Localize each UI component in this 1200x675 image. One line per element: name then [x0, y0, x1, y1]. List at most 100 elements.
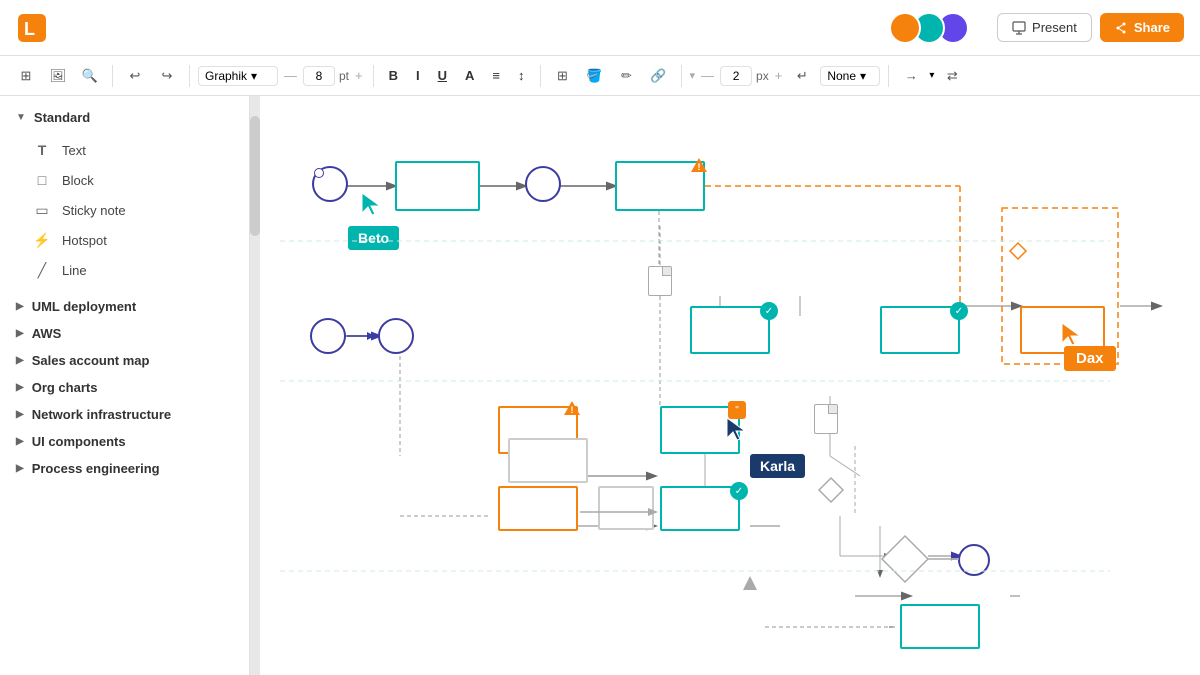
app-logo[interactable]: L — [16, 12, 48, 44]
sidebar-section-process[interactable]: Process engineering — [0, 455, 249, 482]
uml-chevron — [16, 301, 24, 312]
main-layout: Standard T Text □ Block ▭ Sticky note ⚡ … — [0, 96, 1200, 675]
sidebar-section-ui[interactable]: UI components — [0, 428, 249, 455]
plugin-icon[interactable]: ⊞ — [12, 62, 40, 90]
search-icon[interactable]: 🔍 — [76, 62, 104, 90]
lane-lines — [260, 96, 1200, 675]
link-icon[interactable]: 🔗 — [645, 62, 673, 90]
standard-label: Standard — [34, 110, 90, 125]
sidebar-section-aws[interactable]: AWS — [0, 320, 249, 347]
avatar-group — [889, 12, 969, 44]
svg-text:L: L — [24, 19, 35, 39]
sidebar-section-sales[interactable]: Sales account map — [0, 347, 249, 374]
scrollbar[interactable] — [250, 96, 260, 675]
ui-label: UI components — [32, 434, 126, 449]
sidebar-section-org[interactable]: Org charts — [0, 374, 249, 401]
flip-icon[interactable]: ⇄ — [938, 62, 966, 90]
org-label: Org charts — [32, 380, 98, 395]
topbar-buttons: Present Share — [997, 13, 1184, 42]
line-sep: ▾ — [690, 69, 696, 82]
arrow-chevron: ▾ — [929, 70, 934, 81]
share-button[interactable]: Share — [1100, 13, 1184, 42]
canvas[interactable]: ! Beto — [260, 96, 1200, 675]
sep4: + — [353, 68, 365, 83]
sidebar-item-block[interactable]: □ Block — [16, 165, 249, 195]
present-button[interactable]: Present — [997, 13, 1092, 42]
share-label: Share — [1134, 20, 1170, 35]
hotspot-icon: ⚡ — [32, 230, 52, 250]
italic-button[interactable]: I — [409, 65, 427, 86]
text-item-label: Text — [62, 143, 86, 158]
table-icon[interactable]: ⊞ — [549, 62, 577, 90]
line-end-value: None — [827, 69, 856, 83]
scrollbar-thumb[interactable] — [250, 116, 260, 236]
sidebar-section-standard[interactable]: Standard — [0, 104, 249, 131]
topbar: L Present Share — [0, 0, 1200, 56]
sidebar: Standard T Text □ Block ▭ Sticky note ⚡ … — [0, 96, 250, 675]
process-label: Process engineering — [32, 461, 160, 476]
font-family-chevron: ▾ — [251, 69, 257, 83]
font-family-value: Graphik — [205, 69, 247, 83]
undo-icon[interactable]: ↩ — [121, 62, 149, 90]
line-item-label: Line — [62, 263, 87, 278]
ui-chevron — [16, 436, 24, 447]
block-icon: □ — [32, 170, 52, 190]
text-color-button[interactable]: A — [458, 65, 481, 86]
sep2 — [189, 65, 190, 87]
aws-label: AWS — [32, 326, 62, 341]
bold-button[interactable]: B — [382, 65, 405, 86]
present-icon — [1012, 21, 1026, 35]
sidebar-item-line[interactable]: ╱ Line — [16, 255, 249, 285]
aws-chevron — [16, 328, 24, 339]
arrow-style-select[interactable]: → — [897, 62, 925, 90]
sales-label: Sales account map — [32, 353, 150, 368]
sidebar-item-hotspot[interactable]: ⚡ Hotspot — [16, 225, 249, 255]
sep3: — — [282, 68, 299, 83]
underline-button[interactable]: U — [431, 65, 454, 86]
redo-icon[interactable]: ↪ — [153, 62, 181, 90]
toolbar: ⊞ 🖼 🔍 ↩ ↪ Graphik ▾ — pt + B I U A ≡ ↕ ⊞… — [0, 56, 1200, 96]
line-width-unit: px — [756, 69, 769, 83]
sidebar-section-uml[interactable]: UML deployment — [0, 293, 249, 320]
uml-label: UML deployment — [32, 299, 137, 314]
block-item-label: Block — [62, 173, 94, 188]
sep5 — [373, 65, 374, 87]
process-chevron — [16, 463, 24, 474]
standard-items: T Text □ Block ▭ Sticky note ⚡ Hotspot ╱… — [0, 131, 249, 293]
sidebar-item-text[interactable]: T Text — [16, 135, 249, 165]
sep1 — [112, 65, 113, 87]
network-chevron — [16, 409, 24, 420]
sep9: + — [773, 68, 785, 83]
share-icon — [1114, 21, 1128, 35]
fill-icon[interactable]: 🪣 — [581, 62, 609, 90]
avatar-user1 — [889, 12, 921, 44]
sales-chevron — [16, 355, 24, 366]
sticky-note-icon: ▭ — [32, 200, 52, 220]
image-icon[interactable]: 🖼 — [44, 62, 72, 90]
sticky-item-label: Sticky note — [62, 203, 126, 218]
line-end-select[interactable]: None ▾ — [820, 66, 880, 86]
sep6 — [540, 65, 541, 87]
corner-icon[interactable]: ↵ — [788, 62, 816, 90]
sep7 — [681, 65, 682, 87]
network-label: Network infrastructure — [32, 407, 171, 422]
align-button[interactable]: ≡ — [485, 65, 507, 86]
line-end-chevron: ▾ — [860, 69, 866, 83]
text-icon: T — [32, 140, 52, 160]
font-family-select[interactable]: Graphik ▾ — [198, 66, 278, 86]
sidebar-section-network[interactable]: Network infrastructure — [0, 401, 249, 428]
font-size-unit: pt — [339, 69, 349, 83]
sep8: — — [699, 68, 716, 83]
line-icon: ╱ — [32, 260, 52, 280]
org-chevron — [16, 382, 24, 393]
standard-chevron — [16, 112, 26, 123]
canvas-area[interactable]: ! Beto — [250, 96, 1200, 675]
sep10 — [888, 65, 889, 87]
present-label: Present — [1032, 20, 1077, 35]
font-size-input[interactable] — [303, 66, 335, 86]
line-height-button[interactable]: ↕ — [511, 65, 532, 86]
diagram: ! Beto — [260, 96, 1200, 675]
pen-icon[interactable]: ✏ — [613, 62, 641, 90]
sidebar-item-sticky-note[interactable]: ▭ Sticky note — [16, 195, 249, 225]
line-width-input[interactable] — [720, 66, 752, 86]
